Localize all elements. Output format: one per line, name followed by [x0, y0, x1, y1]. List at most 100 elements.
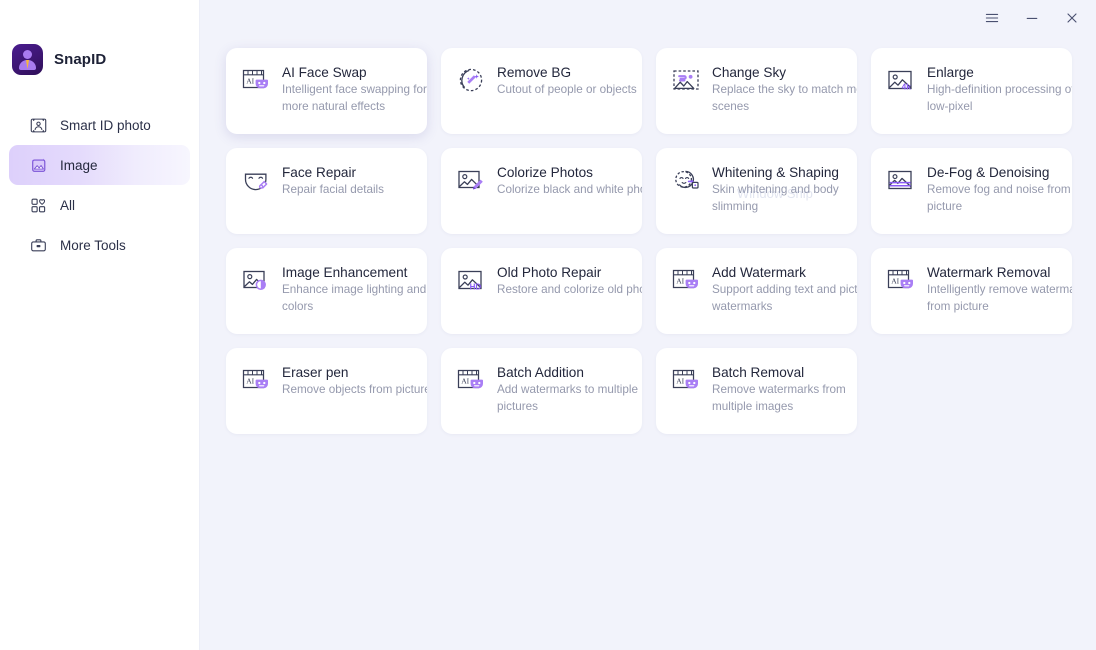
- sidebar-item-label: All: [60, 197, 76, 213]
- window-titlebar: [200, 0, 1096, 36]
- card-title: Old Photo Repair: [497, 265, 602, 280]
- card-text: Change Sky Replace the sky to match more…: [712, 64, 857, 115]
- card-title: Image Enhancement: [282, 265, 408, 280]
- card-title: Watermark Removal: [927, 265, 1051, 280]
- tool-card-remove-bg[interactable]: Remove BG Cutout of people or objects: [441, 48, 642, 134]
- sidebar-item-image[interactable]: Image: [9, 145, 190, 185]
- image-4k-icon: 4k: [886, 65, 916, 95]
- card-text: Old Photo Repair Restore and colorize ol…: [497, 264, 642, 299]
- sky-image-icon: [671, 65, 701, 95]
- grid-heart-icon: [30, 197, 47, 214]
- card-title: Eraser pen: [282, 365, 349, 380]
- app-logo-icon: [12, 44, 43, 75]
- svg-text:AI: AI: [246, 77, 254, 86]
- image-hd-icon: HD: [456, 265, 486, 295]
- id-photo-icon: [30, 117, 47, 134]
- image-fog-icon: [886, 165, 916, 195]
- tool-card-enlarge[interactable]: 4k Enlarge High-definition processing of…: [871, 48, 1072, 134]
- card-desc: Support adding text and picture watermar…: [712, 283, 857, 313]
- card-text: Face Repair Repair facial details: [282, 164, 427, 199]
- close-button[interactable]: [1062, 8, 1082, 28]
- tool-card-old-photo-repair[interactable]: HD Old Photo Repair Restore and colorize…: [441, 248, 642, 334]
- card-text: Eraser pen Remove objects from picture: [282, 364, 427, 399]
- briefcase-icon: [30, 237, 47, 254]
- sidebar-item-label: Image: [60, 157, 98, 173]
- sidebar-item-label: Smart ID photo: [60, 117, 151, 133]
- tool-card-batch-addition[interactable]: AI Batch Addition Add watermarks to mult…: [441, 348, 642, 434]
- minimize-button[interactable]: [1022, 8, 1042, 28]
- card-desc: Remove watermarks from multiple images: [712, 383, 846, 413]
- face-shaping-icon: [671, 165, 701, 195]
- ai-mask-icon: AI: [671, 365, 701, 395]
- menu-button[interactable]: [982, 8, 1002, 28]
- tool-card-image-enhancement[interactable]: Image Enhancement Enhance image lighting…: [226, 248, 427, 334]
- svg-text:HD: HD: [470, 282, 482, 291]
- ai-mask-icon: AI: [241, 65, 271, 95]
- card-desc: Add watermarks to multiple pictures: [497, 383, 638, 413]
- sidebar-item-smart-id-photo[interactable]: Smart ID photo: [9, 105, 190, 145]
- svg-text:4k: 4k: [902, 82, 912, 92]
- card-text: Whitening & Shaping Skin whitening and b…: [712, 164, 857, 215]
- card-title: Change Sky: [712, 65, 787, 80]
- card-text: De-Fog & Denoising Remove fog and noise …: [927, 164, 1072, 215]
- svg-text:AI: AI: [461, 377, 469, 386]
- card-text: AI Face Swap Intelligent face swapping f…: [282, 64, 427, 115]
- sidebar-item-more-tools[interactable]: More Tools: [9, 225, 190, 265]
- card-title: Remove BG: [497, 65, 572, 80]
- card-desc: Replace the sky to match more scenes: [712, 83, 857, 113]
- svg-text:AI: AI: [891, 277, 899, 286]
- tool-card-ai-face-swap[interactable]: AI AI Face Swap Intelligent face swappin…: [226, 48, 427, 134]
- card-desc: Cutout of people or objects: [497, 83, 637, 96]
- magic-wand-circle-icon: [456, 65, 486, 95]
- card-desc: Repair facial details: [282, 183, 384, 196]
- app-window: SnapID Smart ID photo Image All More Too…: [0, 0, 1096, 650]
- tool-card-add-watermark[interactable]: AI Add Watermark Support adding text and…: [656, 248, 857, 334]
- tool-card-whitening-shaping[interactable]: Whitening & Shaping Skin whitening and b…: [656, 148, 857, 234]
- tool-card-colorize-photos[interactable]: Colorize Photos Colorize black and white…: [441, 148, 642, 234]
- card-title: Batch Addition: [497, 365, 584, 380]
- face-mask-repair-icon: [241, 165, 271, 195]
- card-desc: Intelligently remove watermark from pict…: [927, 283, 1072, 313]
- card-desc: Remove fog and noise from picture: [927, 183, 1071, 213]
- card-title: Face Repair: [282, 165, 357, 180]
- ai-mask-icon: AI: [671, 265, 701, 295]
- brand: SnapID: [0, 0, 199, 75]
- card-text: Colorize Photos Colorize black and white…: [497, 164, 642, 199]
- card-text: Enlarge High-definition processing of lo…: [927, 64, 1072, 115]
- image-icon: [30, 157, 47, 174]
- card-text: Remove BG Cutout of people or objects: [497, 64, 642, 99]
- card-desc: High-definition processing of low-pixel: [927, 83, 1072, 113]
- card-text: Add Watermark Support adding text and pi…: [712, 264, 857, 315]
- svg-text:AI: AI: [676, 277, 684, 286]
- tool-card-watermark-removal[interactable]: AI Watermark Removal Intelligently remov…: [871, 248, 1072, 334]
- tool-card-change-sky[interactable]: Change Sky Replace the sky to match more…: [656, 48, 857, 134]
- card-title: Whitening & Shaping: [712, 165, 839, 180]
- tool-card-face-repair[interactable]: Face Repair Repair facial details: [226, 148, 427, 234]
- sidebar: SnapID Smart ID photo Image All More Too…: [0, 0, 200, 650]
- card-desc: Restore and colorize old photos: [497, 283, 642, 296]
- card-text: Batch Removal Remove watermarks from mul…: [712, 364, 857, 415]
- card-desc: Remove objects from picture: [282, 383, 427, 396]
- tool-card-eraser-pen[interactable]: AI Eraser pen Remove objects from pictur…: [226, 348, 427, 434]
- image-contrast-icon: [241, 265, 271, 295]
- svg-text:AI: AI: [246, 377, 254, 386]
- card-text: Batch Addition Add watermarks to multipl…: [497, 364, 642, 415]
- card-title: AI Face Swap: [282, 65, 367, 80]
- sidebar-nav: Smart ID photo Image All More Tools: [0, 105, 199, 265]
- tool-card-grid: AI AI Face Swap Intelligent face swappin…: [226, 48, 1096, 434]
- card-title: Enlarge: [927, 65, 974, 80]
- card-title: Add Watermark: [712, 265, 806, 280]
- card-title: De-Fog & Denoising: [927, 165, 1050, 180]
- main-content: AI AI Face Swap Intelligent face swappin…: [200, 0, 1096, 650]
- card-text: Image Enhancement Enhance image lighting…: [282, 264, 427, 315]
- image-brush-icon: [456, 165, 486, 195]
- app-name: SnapID: [54, 51, 107, 68]
- sidebar-item-all[interactable]: All: [9, 185, 190, 225]
- ai-mask-icon: AI: [886, 265, 916, 295]
- card-title: Batch Removal: [712, 365, 805, 380]
- card-title: Colorize Photos: [497, 165, 593, 180]
- ai-mask-icon: AI: [241, 365, 271, 395]
- card-text: Watermark Removal Intelligently remove w…: [927, 264, 1072, 315]
- tool-card-batch-removal[interactable]: AI Batch Removal Remove watermarks from …: [656, 348, 857, 434]
- tool-card-defog-denoising[interactable]: De-Fog & Denoising Remove fog and noise …: [871, 148, 1072, 234]
